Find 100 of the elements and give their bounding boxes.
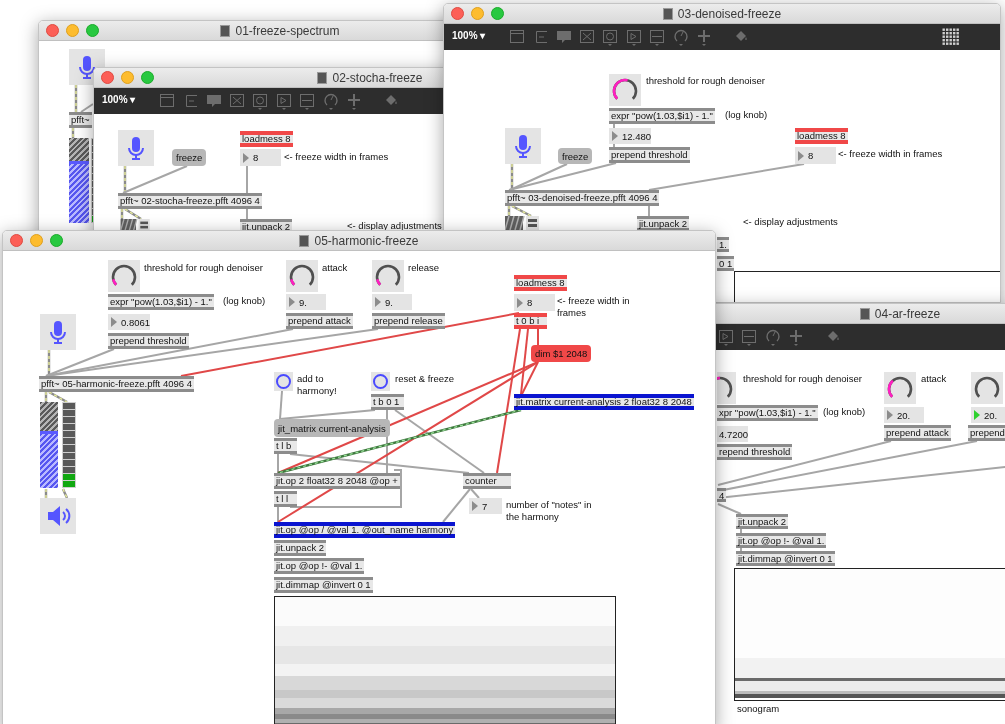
patch-comment: threshold for rough denoiser — [743, 373, 862, 385]
document-icon — [859, 308, 870, 320]
object-box[interactable]: pfft~ 02-stocha-freeze.pfft 4096 4 — [118, 193, 262, 209]
speech-bubble-icon[interactable] — [206, 92, 222, 110]
object-box[interactable]: prepend — [968, 425, 1005, 441]
knob[interactable] — [717, 372, 736, 404]
circle-box-icon[interactable] — [252, 92, 268, 110]
message-box[interactable]: freeze — [172, 149, 207, 166]
minimize-button[interactable] — [121, 71, 134, 84]
knob[interactable] — [971, 372, 1003, 404]
dial-icon[interactable] — [673, 28, 689, 46]
number-box[interactable]: 8 — [795, 147, 836, 164]
object-box[interactable]: loadmess 8 — [795, 128, 848, 144]
object-box[interactable]: jit.op @op !- @val 1. — [736, 533, 827, 548]
close-button[interactable] — [46, 24, 59, 37]
patch-cord — [717, 503, 742, 515]
object-box[interactable]: jit.op @op / @val 1. @out_name harmony — [274, 522, 456, 538]
number-box[interactable]: 9. — [372, 294, 412, 310]
zoom-dropdown[interactable]: 100% ▾ — [452, 30, 486, 41]
object-box[interactable]: jit.matrix current-analysis 2 float32 8 2048 — [514, 394, 694, 410]
window-title: 01-freeze-spectrum — [235, 24, 340, 38]
number-box[interactable]: 0.8061 — [108, 314, 151, 330]
object-box[interactable]: expr "pow(1.03,$i1) - 1." — [609, 108, 715, 124]
object-box[interactable]: jit.dimmap @invert 0 1 — [736, 551, 835, 566]
number-box[interactable]: 8 — [240, 149, 281, 166]
panel-icon[interactable] — [159, 92, 175, 110]
object-box[interactable]: repend threshold — [717, 444, 793, 460]
knob[interactable] — [372, 260, 404, 292]
dial-icon[interactable] — [765, 328, 781, 346]
speaker-icon[interactable] — [40, 498, 76, 534]
plus-icon[interactable] — [346, 92, 362, 110]
x-box-icon[interactable] — [579, 28, 595, 46]
object-box[interactable]: prepend attack — [884, 425, 951, 441]
plus-icon[interactable] — [788, 328, 804, 346]
number-box[interactable]: 9. — [286, 294, 326, 310]
patch-comment: threshold for rough denoiser — [646, 75, 765, 87]
object-box[interactable]: pfft~ 03-denoised-freeze.pfft 4096 4 — [505, 190, 660, 206]
patch-cord — [122, 165, 188, 194]
object-box[interactable]: prepend release — [372, 313, 445, 329]
number-box[interactable]: 12.480 — [609, 128, 652, 144]
slider-box-icon[interactable] — [649, 28, 665, 46]
minimize-button[interactable] — [471, 7, 484, 20]
object-box[interactable]: xpr "pow(1.03,$i1) - 1." — [717, 405, 818, 421]
minimize-button[interactable] — [30, 234, 43, 247]
patch-comment: <- freeze width in frames — [284, 151, 389, 163]
play-box-icon[interactable] — [276, 92, 292, 110]
number-box[interactable]: 20. — [971, 407, 1005, 423]
zoom-button[interactable] — [50, 234, 63, 247]
close-button[interactable] — [10, 234, 23, 247]
number-box[interactable]: 4.7200 — [717, 426, 749, 442]
object-box[interactable]: loadmess 8 — [240, 131, 293, 147]
object-box[interactable]: pfft~ — [69, 112, 92, 128]
speech-bubble-icon[interactable] — [556, 28, 572, 46]
knob[interactable] — [286, 260, 318, 292]
object-box[interactable]: jit.op @op !- @val 1. — [274, 558, 365, 574]
dial-icon[interactable] — [323, 92, 339, 110]
close-button[interactable] — [451, 7, 464, 20]
play-box-icon[interactable] — [718, 328, 734, 346]
zoom-button[interactable] — [86, 24, 99, 37]
knob[interactable] — [884, 372, 916, 404]
message-box[interactable]: freeze — [558, 148, 593, 164]
microphone-icon[interactable] — [118, 130, 154, 166]
patch-comment: <- freeze width in frames — [838, 148, 943, 160]
message-box[interactable]: dim $1 2048 — [531, 345, 592, 362]
window-title: 02-stocha-freeze — [332, 71, 423, 85]
knob[interactable] — [609, 74, 641, 106]
number-box[interactable]: 20. — [884, 407, 924, 423]
document-icon — [220, 25, 231, 37]
grid-icon[interactable] — [942, 28, 960, 46]
comment-icon[interactable] — [533, 28, 549, 46]
patch-comment: attack — [322, 262, 348, 274]
gain-slider[interactable] — [40, 402, 58, 488]
object-box[interactable]: prepend attack — [286, 313, 353, 329]
slider-box-icon[interactable] — [299, 92, 315, 110]
patch-comment: <- freeze width in frames — [557, 295, 631, 319]
object-box[interactable]: t 0 b i — [514, 313, 547, 329]
gain-slider[interactable] — [69, 138, 89, 223]
object-box[interactable]: loadmess 8 — [514, 275, 567, 291]
zoom-button[interactable] — [141, 71, 154, 84]
zoom-button[interactable] — [491, 7, 504, 20]
object-box[interactable]: 0 1 — [717, 256, 735, 271]
object-box[interactable]: pfft~ 05-harmonic-freeze.pfft 4096 4 — [39, 376, 194, 392]
object-box[interactable]: jit.unpack 2 — [736, 514, 789, 529]
microphone-icon[interactable] — [505, 128, 541, 164]
knob[interactable] — [108, 260, 140, 292]
object-box[interactable]: jit.dimmap @invert 0 1 — [274, 577, 373, 593]
comment-icon[interactable] — [183, 92, 199, 110]
object-box[interactable]: jit.unpack 2 — [274, 540, 327, 556]
minimize-button[interactable] — [66, 24, 79, 37]
x-box-icon[interactable] — [229, 92, 245, 110]
number-box[interactable]: 8 — [514, 294, 555, 311]
panel-icon[interactable] — [509, 28, 525, 46]
circle-box-icon[interactable] — [602, 28, 618, 46]
object-box[interactable]: expr "pow(1.03,$i1) - 1." — [108, 294, 214, 310]
object-box[interactable]: prepend threshold — [609, 147, 690, 163]
plus-icon[interactable] — [696, 28, 712, 46]
play-box-icon[interactable] — [626, 28, 642, 46]
slider-box-icon[interactable] — [741, 328, 757, 346]
zoom-dropdown[interactable]: 100% ▾ — [102, 94, 136, 105]
close-button[interactable] — [101, 71, 114, 84]
